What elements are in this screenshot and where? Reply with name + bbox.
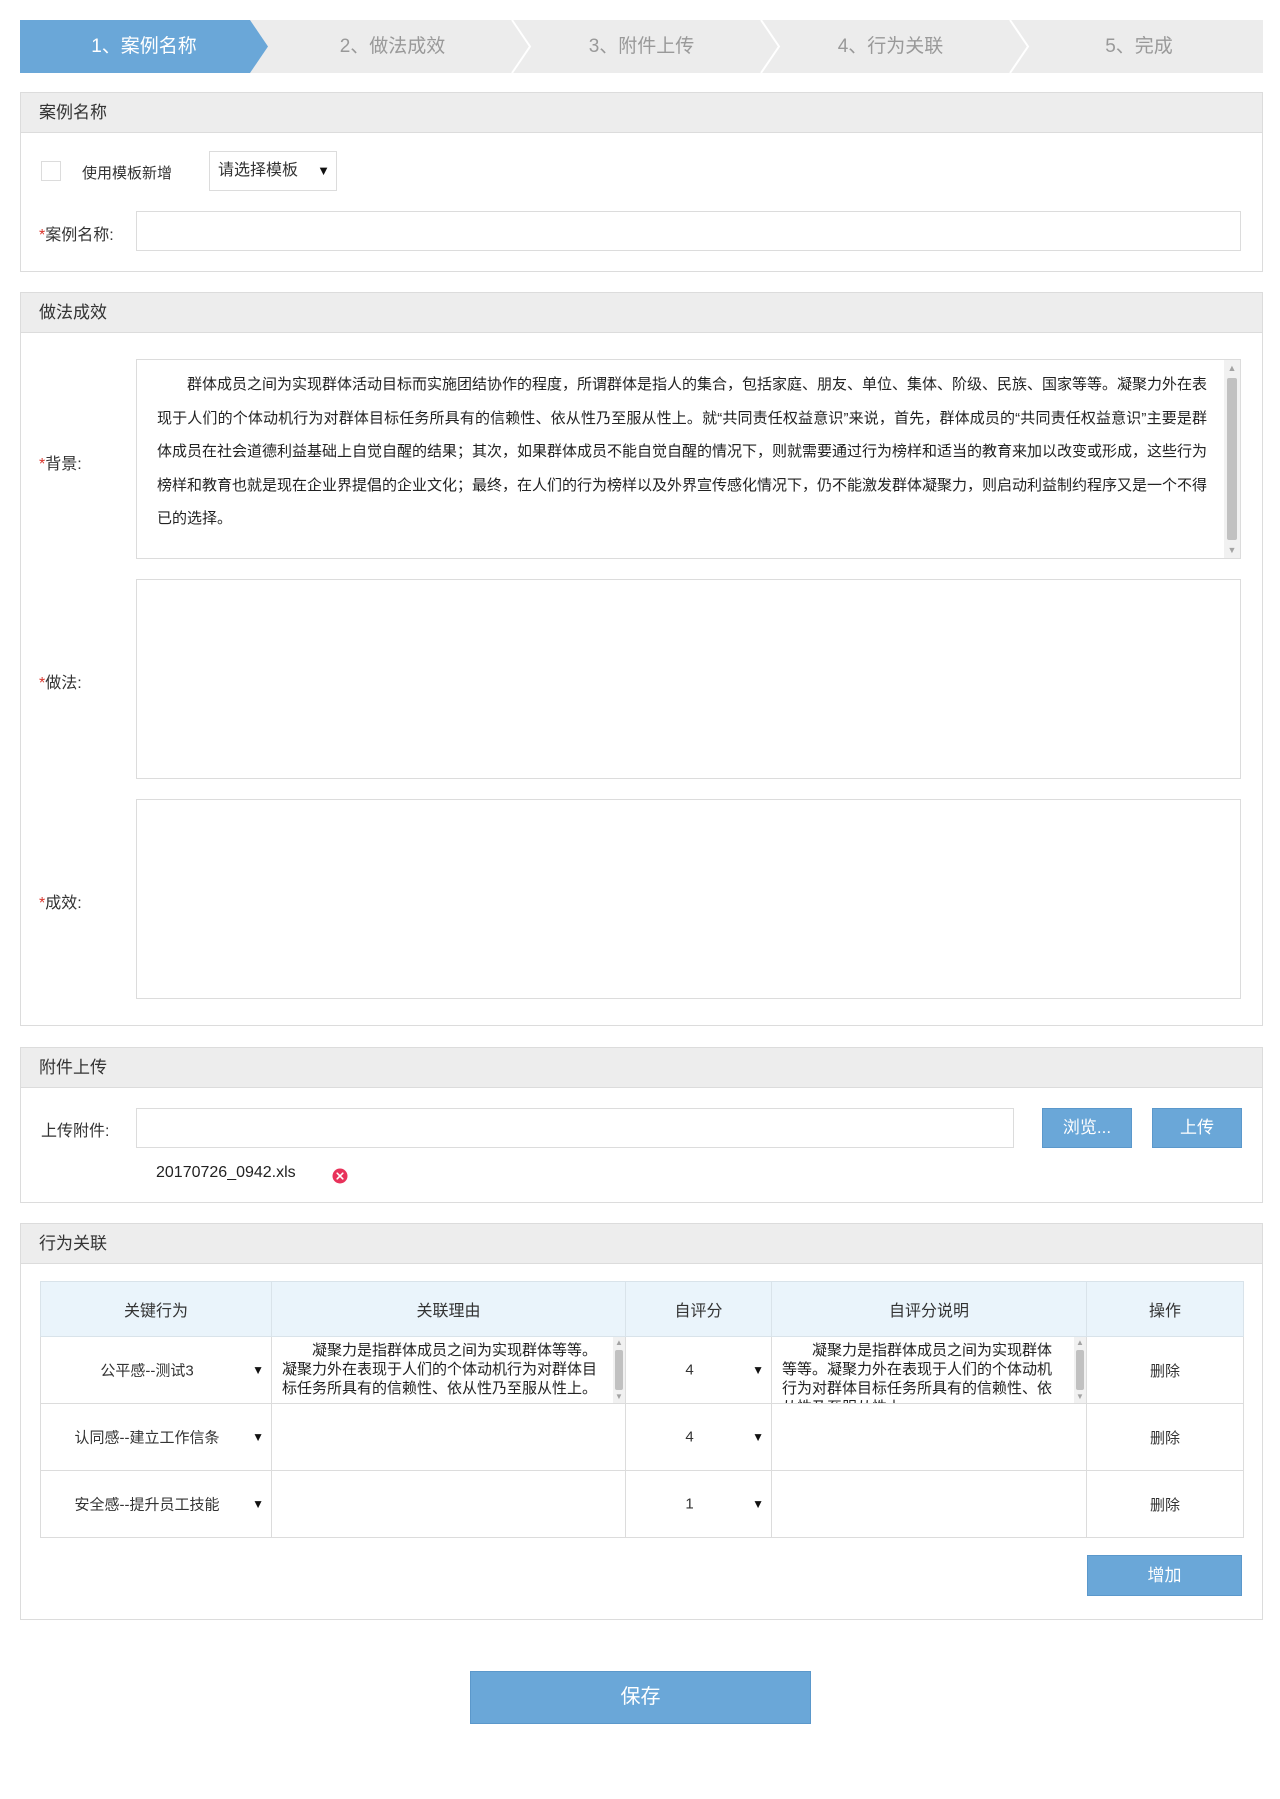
scroll-up-icon[interactable]: ▲ bbox=[1074, 1337, 1086, 1349]
reason-textarea[interactable]: 凝聚力是指群体成员之间为实现群体等等。凝聚力外在表现于人们的个体动机行为对群体目… bbox=[271, 1336, 626, 1404]
uploaded-file-name: 20170726_0942.xls bbox=[156, 1164, 296, 1181]
behavior-select[interactable]: 认同感--建立工作信条 ▼ bbox=[40, 1403, 272, 1471]
score-note-textarea[interactable]: 凝聚力是指群体成员之间为实现群体等等。凝聚力外在表现于人们的个体动机行为对群体目… bbox=[771, 1336, 1087, 1404]
score-note-textarea[interactable] bbox=[771, 1403, 1087, 1471]
effect-label-text: 成效: bbox=[45, 895, 82, 912]
method-label: *做法: bbox=[39, 669, 82, 693]
case-name-label: *案例名称: bbox=[39, 221, 114, 245]
score-note-text: 凝聚力是指群体成员之间为实现群体等等。凝聚力外在表现于人们的个体动机行为对群体目… bbox=[782, 1342, 1053, 1403]
progress-steps: 1、案例名称 2、做法成效 3、附件上传 4、行为关联 5、完成 bbox=[20, 20, 1263, 73]
step-separator-icon bbox=[760, 20, 781, 73]
textarea-scrollbar[interactable]: ▲ ▼ bbox=[1074, 1337, 1086, 1403]
chevron-down-icon: ▼ bbox=[252, 1430, 264, 1444]
chevron-down-icon: ▼ bbox=[317, 163, 330, 178]
step-separator-icon bbox=[511, 20, 532, 73]
score-select-value: 4 bbox=[685, 1361, 694, 1379]
table-row: 安全感--提升员工技能 ▼ 1 ▼ 删除 bbox=[40, 1470, 1244, 1538]
step-case-name[interactable]: 1、案例名称 bbox=[20, 20, 268, 73]
use-template-checkbox[interactable] bbox=[41, 161, 61, 181]
chevron-down-icon: ▼ bbox=[252, 1363, 264, 1377]
effect-textarea[interactable] bbox=[136, 799, 1241, 999]
behavior-select-value: 公平感--测试3 bbox=[100, 1362, 194, 1380]
step-separator-icon bbox=[1009, 20, 1030, 73]
scroll-thumb[interactable] bbox=[1227, 378, 1237, 540]
method-label-text: 做法: bbox=[45, 675, 82, 692]
behavior-select[interactable]: 公平感--测试3 ▼ bbox=[40, 1336, 272, 1404]
score-select[interactable]: 4 ▼ bbox=[625, 1403, 772, 1471]
chevron-down-icon: ▼ bbox=[752, 1363, 764, 1377]
upload-label: 上传附件: bbox=[41, 1123, 110, 1140]
scroll-thumb[interactable] bbox=[1076, 1350, 1084, 1390]
column-header: 关键行为 bbox=[40, 1281, 272, 1337]
textarea-scrollbar[interactable]: ▲ ▼ bbox=[613, 1337, 625, 1403]
step-attachment-upload[interactable]: 3、附件上传 bbox=[517, 20, 766, 73]
method-textarea[interactable] bbox=[136, 579, 1241, 779]
background-text: 群体成员之间为实现群体活动目标而实施团结协作的程度，所谓群体是指人的集合，包括家… bbox=[157, 376, 1208, 527]
column-header: 自评分 bbox=[625, 1281, 772, 1337]
score-select-value: 1 bbox=[685, 1495, 694, 1513]
action-cell: 删除 bbox=[1086, 1403, 1244, 1471]
case-name-input[interactable] bbox=[136, 211, 1241, 251]
delete-button[interactable]: 删除 bbox=[1150, 1430, 1180, 1447]
score-select-value: 4 bbox=[685, 1428, 694, 1446]
scroll-down-icon[interactable]: ▼ bbox=[1224, 542, 1240, 558]
case-name-label-text: 案例名称: bbox=[45, 227, 114, 244]
step-finish[interactable]: 5、完成 bbox=[1015, 20, 1263, 73]
template-select-value: 请选择模板 bbox=[218, 162, 299, 179]
step-practice-effect[interactable]: 2、做法成效 bbox=[268, 20, 517, 73]
reason-text: 凝聚力是指群体成员之间为实现群体等等。凝聚力外在表现于人们的个体动机行为对群体目… bbox=[282, 1342, 598, 1397]
upload-button[interactable]: 上传 bbox=[1152, 1108, 1242, 1148]
reason-textarea[interactable] bbox=[271, 1470, 626, 1538]
action-cell: 删除 bbox=[1086, 1470, 1244, 1538]
panel-title: 附件上传 bbox=[21, 1048, 1262, 1088]
chevron-down-icon: ▼ bbox=[752, 1497, 764, 1511]
step-label: 1、案例名称 bbox=[91, 36, 197, 57]
behavior-table: 关键行为 关联理由 自评分 自评分说明 操作 公平感--测试3 ▼ 凝聚力是指群体… bbox=[40, 1281, 1244, 1538]
table-header-row: 关键行为 关联理由 自评分 自评分说明 操作 bbox=[40, 1281, 1244, 1337]
use-template-label: 使用模板新增 bbox=[82, 165, 173, 182]
effect-label: *成效: bbox=[39, 889, 82, 913]
scroll-thumb[interactable] bbox=[615, 1350, 623, 1390]
column-header: 操作 bbox=[1086, 1281, 1244, 1337]
reason-textarea[interactable] bbox=[271, 1403, 626, 1471]
panel-title: 行为关联 bbox=[21, 1224, 1262, 1264]
delete-button[interactable]: 删除 bbox=[1150, 1497, 1180, 1514]
background-label-text: 背景: bbox=[45, 456, 82, 473]
action-cell: 删除 bbox=[1086, 1336, 1244, 1404]
behavior-select-value: 认同感--建立工作信条 bbox=[74, 1429, 220, 1447]
score-note-textarea[interactable] bbox=[771, 1470, 1087, 1538]
browse-button[interactable]: 浏览... bbox=[1042, 1108, 1132, 1148]
table-row: 认同感--建立工作信条 ▼ 4 ▼ 删除 bbox=[40, 1403, 1244, 1471]
panel-title: 做法成效 bbox=[21, 293, 1262, 333]
save-button[interactable]: 保存 bbox=[470, 1671, 811, 1724]
scroll-up-icon[interactable]: ▲ bbox=[1224, 360, 1240, 376]
step-label: 2、做法成效 bbox=[339, 36, 446, 57]
table-row: 公平感--测试3 ▼ 凝聚力是指群体成员之间为实现群体等等。凝聚力外在表现于人们的… bbox=[40, 1336, 1244, 1404]
step-label: 4、行为关联 bbox=[837, 36, 944, 57]
background-label: *背景: bbox=[39, 450, 82, 474]
behavior-select-value: 安全感--提升员工技能 bbox=[74, 1496, 220, 1514]
delete-button[interactable]: 删除 bbox=[1150, 1363, 1180, 1380]
scroll-down-icon[interactable]: ▼ bbox=[1074, 1391, 1086, 1403]
chevron-down-icon: ▼ bbox=[252, 1497, 264, 1511]
behavior-select[interactable]: 安全感--提升员工技能 ▼ bbox=[40, 1470, 272, 1538]
column-header: 自评分说明 bbox=[771, 1281, 1087, 1337]
column-header: 关联理由 bbox=[271, 1281, 626, 1337]
score-select[interactable]: 4 ▼ bbox=[625, 1336, 772, 1404]
panel-title: 案例名称 bbox=[21, 93, 1262, 133]
step-label: 3、附件上传 bbox=[588, 36, 695, 57]
file-path-input[interactable] bbox=[136, 1108, 1014, 1148]
chevron-down-icon: ▼ bbox=[752, 1430, 764, 1444]
step-label: 5、完成 bbox=[1105, 36, 1173, 57]
template-select[interactable]: 请选择模板 ▼ bbox=[209, 151, 337, 191]
textarea-scrollbar[interactable]: ▲ ▼ bbox=[1224, 360, 1240, 558]
close-circle-icon[interactable] bbox=[332, 1168, 348, 1184]
step-behavior-link[interactable]: 4、行为关联 bbox=[766, 20, 1015, 73]
score-select[interactable]: 1 ▼ bbox=[625, 1470, 772, 1538]
scroll-up-icon[interactable]: ▲ bbox=[613, 1337, 625, 1349]
scroll-down-icon[interactable]: ▼ bbox=[613, 1391, 625, 1403]
add-row-button[interactable]: 增加 bbox=[1087, 1555, 1242, 1596]
background-textarea[interactable]: 群体成员之间为实现群体活动目标而实施团结协作的程度，所谓群体是指人的集合，包括家… bbox=[136, 359, 1241, 559]
